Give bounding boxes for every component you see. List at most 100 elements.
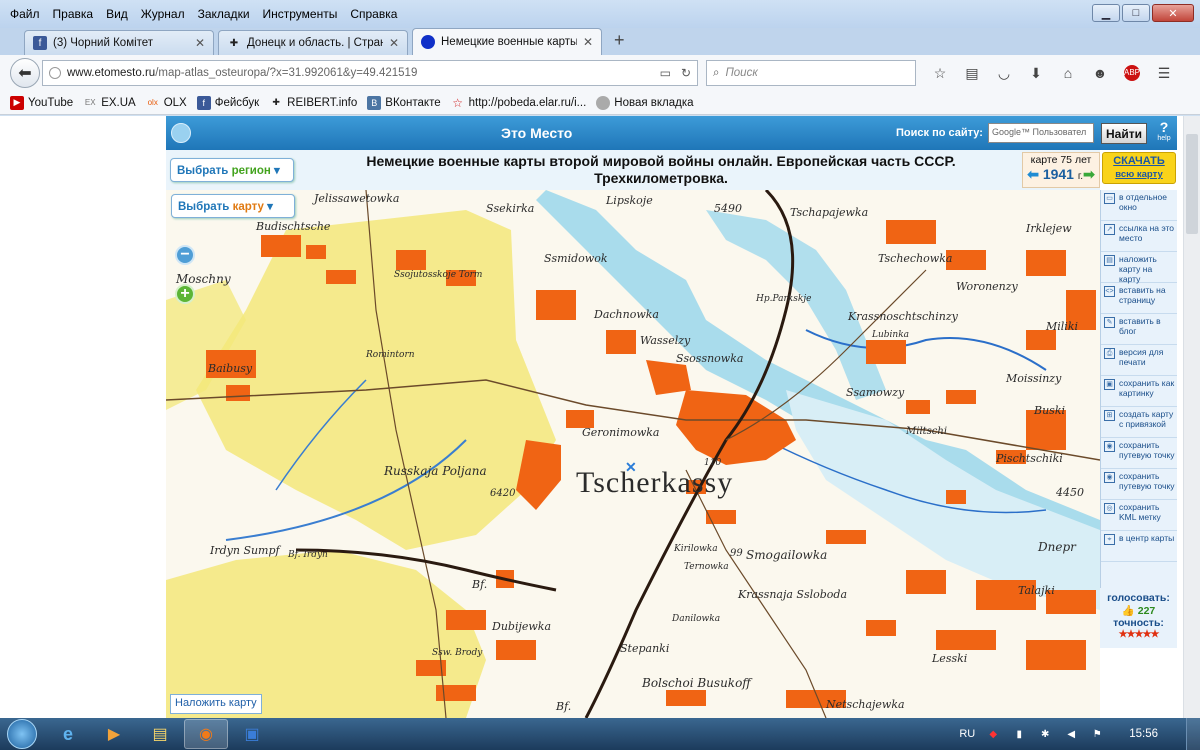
map-viewport[interactable]: Jelissawetowka Ssekirka Lipskoje 5490 Ts…: [166, 190, 1100, 718]
close-window-button[interactable]: ✕: [1152, 4, 1194, 22]
download-map-button[interactable]: СКАЧАТЬ всю карту: [1102, 152, 1176, 184]
arrow-left-icon[interactable]: ⬅: [1027, 166, 1039, 182]
select-region-button[interactable]: Выбрать регион ▾: [170, 158, 294, 182]
bookmark-new-tab[interactable]: Новая вкладка: [596, 95, 694, 110]
zoom-out-button[interactable]: −: [175, 245, 195, 265]
show-desktop-button[interactable]: [1186, 718, 1200, 750]
tool-label: сохранить путевую точку: [1119, 440, 1175, 460]
arrow-right-icon[interactable]: ➡: [1083, 166, 1095, 182]
network-icon[interactable]: ▮: [1011, 727, 1027, 741]
tab-facebook[interactable]: f (3) Чорний Комітет ✕: [24, 30, 214, 55]
menu-icon[interactable]: ☰: [1148, 65, 1180, 82]
menu-view[interactable]: Вид: [106, 7, 128, 21]
bookmark-pobeda[interactable]: ☆ http://pobeda.elar.ru/i...: [451, 96, 586, 110]
speaker-icon[interactable]: ◀: [1063, 727, 1079, 741]
menu-help[interactable]: Справка: [350, 7, 397, 21]
page-scrollbar[interactable]: [1183, 116, 1200, 718]
map-label: Krassnaja Ssloboda: [738, 588, 848, 601]
tool-kml[interactable]: ◎ сохранить KML метку: [1101, 500, 1177, 531]
clock[interactable]: 15:56: [1129, 728, 1158, 740]
reload-icon[interactable]: ↻: [681, 66, 691, 80]
close-tab-icon[interactable]: ✕: [389, 36, 399, 50]
tab-german-maps[interactable]: Немецкие военные карты... ✕: [412, 28, 602, 55]
pocket-icon[interactable]: ◡: [988, 65, 1020, 82]
tool-label: наложить карту на карту: [1119, 254, 1157, 284]
bookmark-reibert[interactable]: ✚ REIBERT.info: [269, 96, 357, 110]
bookmark-star-icon[interactable]: ☆: [924, 65, 956, 82]
votes-row[interactable]: 👍 227: [1100, 604, 1177, 617]
firefox-icon[interactable]: ◉: [184, 719, 228, 749]
select-map-button[interactable]: Выбрать карту ▾: [171, 194, 295, 218]
close-tab-icon[interactable]: ✕: [195, 36, 205, 50]
bookmark-exua[interactable]: EX EX.UA: [83, 96, 136, 110]
map-label: Bf.: [472, 578, 488, 591]
tool-embed-page[interactable]: <> вставить на страницу: [1101, 283, 1177, 314]
new-tab-button[interactable]: +: [614, 30, 625, 51]
toolbar-icons: ☆ ▤ ◡ ⬇ ⌂ ☻ ABP ☰: [924, 64, 1180, 82]
tool-embed-blog[interactable]: ✎ вставить в блог: [1101, 314, 1177, 345]
overlay-map-button[interactable]: Наложить карту: [170, 694, 262, 714]
bluetooth-icon[interactable]: ✱: [1037, 727, 1053, 741]
scrollbar-thumb[interactable]: [1186, 134, 1198, 234]
site-name[interactable]: Это Место: [501, 125, 572, 141]
home-icon[interactable]: ⌂: [1052, 65, 1084, 82]
download-icon[interactable]: ⬇: [1020, 65, 1052, 82]
tool-center[interactable]: ⌖ в центр карты: [1101, 531, 1177, 562]
tool-save-image[interactable]: ▣ сохранить как картинку: [1101, 376, 1177, 407]
menu-tools[interactable]: Инструменты: [263, 7, 338, 21]
flag-icon[interactable]: ⚑: [1089, 727, 1105, 741]
bookmark-olx[interactable]: olx OLX: [146, 96, 187, 110]
save-icon[interactable]: ▣: [230, 719, 274, 749]
help-icon[interactable]: ? help: [1154, 119, 1174, 147]
site-search-input[interactable]: Google™ Пользовател: [988, 123, 1094, 143]
close-tab-icon[interactable]: ✕: [583, 35, 593, 49]
map-label: Tschapajewka: [790, 206, 869, 219]
bookmark-youtube[interactable]: ▶ YouTube: [10, 95, 73, 110]
map-label: Ssossnowka: [676, 352, 744, 365]
title-bar: Выбрать регион ▾ Немецкие военные карты …: [166, 150, 1100, 190]
reader-view-icon[interactable]: ▭: [660, 66, 671, 80]
zoom-in-button[interactable]: +: [175, 284, 195, 304]
url-bar[interactable]: www.etomesto.ru/map-atlas_osteuropa/?x=3…: [42, 60, 698, 86]
accuracy-stars[interactable]: ★★★★★: [1100, 629, 1177, 640]
menu-history[interactable]: Журнал: [141, 7, 185, 21]
tool-label: версия для печати: [1119, 347, 1164, 367]
map-label: Ssojutosskoje Torm: [394, 270, 483, 280]
map-label: Russkaja Poljana: [384, 464, 487, 478]
language-indicator[interactable]: RU: [959, 728, 975, 740]
bookmark-vk[interactable]: B ВКонтакте: [367, 95, 441, 110]
vote-box: голосовать: 👍 227 точность: ★★★★★: [1100, 588, 1177, 648]
globe-icon: [596, 95, 611, 110]
tool-georef[interactable]: ⊞ создать карту с привязкой: [1101, 407, 1177, 438]
site-search-button[interactable]: Найти: [1101, 123, 1147, 144]
tool-print[interactable]: ⎙ версия для печати: [1101, 345, 1177, 376]
tool-link[interactable]: ↗ ссылка на это место: [1101, 221, 1177, 252]
chat-icon[interactable]: ☻: [1084, 65, 1116, 82]
adblock-icon[interactable]: ABP: [1124, 64, 1140, 81]
tool-open-window[interactable]: ▭ в отдельное окно: [1101, 190, 1177, 221]
explorer-icon[interactable]: ▤: [138, 719, 182, 749]
search-input[interactable]: ⌕ Поиск: [706, 60, 916, 86]
menu-file[interactable]: Файл: [10, 7, 40, 21]
menu-edit[interactable]: Правка: [53, 7, 94, 21]
tool-overlay[interactable]: ▤ наложить карту на карту: [1101, 252, 1177, 284]
site-logo-icon[interactable]: [171, 123, 191, 143]
page-title: Немецкие военные карты второй мировой во…: [326, 153, 996, 187]
thumbs-up-icon[interactable]: 👍: [1122, 605, 1135, 617]
tool-waypoint-2[interactable]: ◉ сохранить путевую точку: [1101, 469, 1177, 500]
minimize-button[interactable]: ▁: [1092, 4, 1120, 22]
back-button[interactable]: ⬅: [10, 58, 40, 88]
ati-icon[interactable]: ◆: [985, 727, 1001, 741]
help-glyph: ?: [1159, 119, 1169, 135]
ie-icon[interactable]: e: [46, 719, 90, 749]
start-button[interactable]: [0, 718, 44, 750]
tab-donetsk[interactable]: ✚ Донецк и область. | Стран... ✕: [218, 30, 408, 55]
maximize-button[interactable]: □: [1122, 4, 1150, 22]
bookmark-facebook[interactable]: f Фейсбук: [196, 95, 259, 110]
tool-waypoint-1[interactable]: ◉ сохранить путевую точку: [1101, 438, 1177, 469]
menu-bookmarks[interactable]: Закладки: [198, 7, 250, 21]
bookmarks-list-icon[interactable]: ▤: [956, 65, 988, 82]
map-label: Wasselzy: [640, 334, 691, 347]
media-player-icon[interactable]: ▶: [92, 719, 136, 749]
map-label: Ssw. Brody: [432, 648, 483, 658]
